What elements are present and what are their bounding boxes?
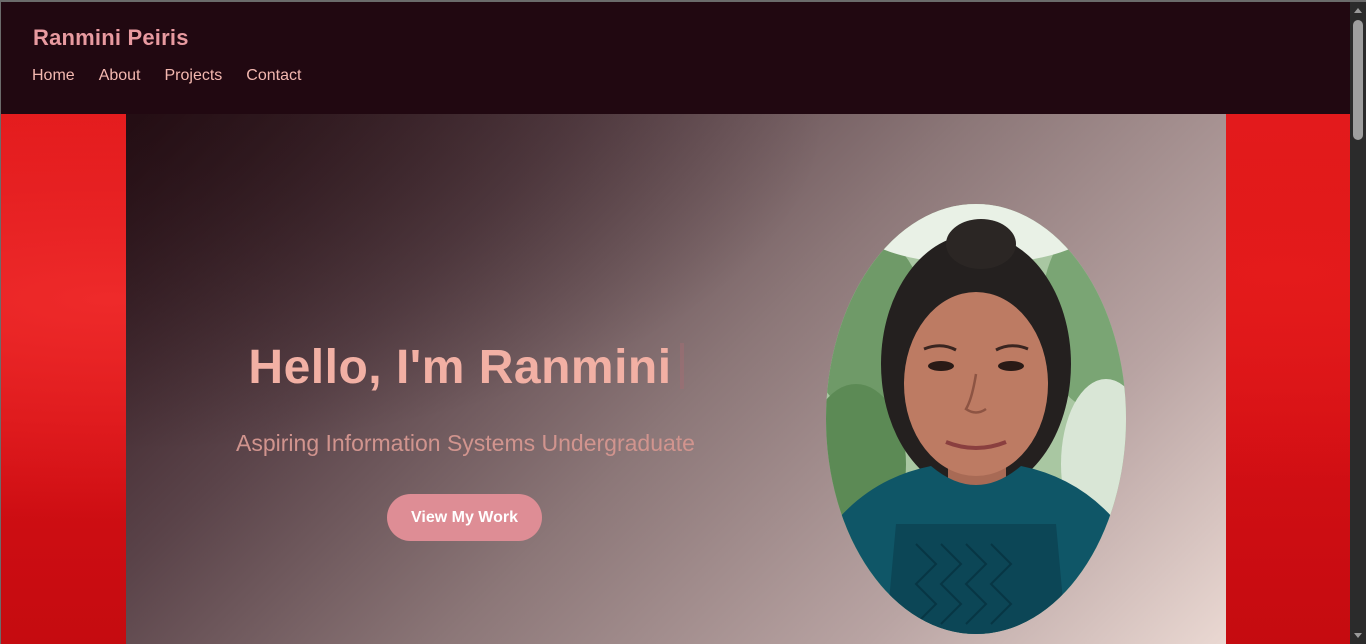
typing-cursor-icon <box>679 343 684 389</box>
profile-photo-illustration <box>826 204 1126 634</box>
vertical-scrollbar[interactable] <box>1350 2 1366 644</box>
site-header: Ranmini Peiris Home About Projects Conta… <box>1 2 1350 114</box>
hero-section: Hello, I'm Ranmini Aspiring Information … <box>126 114 1226 644</box>
site-logo[interactable]: Ranmini Peiris <box>33 25 189 51</box>
main-nav: Home About Projects Contact <box>32 67 325 85</box>
nav-about-link[interactable]: About <box>99 67 141 85</box>
nav-contact-link[interactable]: Contact <box>246 67 301 85</box>
nav-projects-link[interactable]: Projects <box>165 67 223 85</box>
hero-subtitle: Aspiring Information Systems Undergradua… <box>236 430 695 456</box>
view-my-work-button[interactable]: View My Work <box>387 494 542 541</box>
hero-headline: Hello, I'm Ranmini <box>126 340 806 395</box>
scroll-down-arrow-icon[interactable] <box>1354 633 1362 638</box>
profile-photo <box>826 204 1126 634</box>
scroll-up-arrow-icon[interactable] <box>1354 8 1362 13</box>
hero-headline-text: Hello, I'm Ranmini <box>248 341 672 394</box>
nav-home-link[interactable]: Home <box>32 67 75 85</box>
scrollbar-thumb[interactable] <box>1353 20 1363 140</box>
